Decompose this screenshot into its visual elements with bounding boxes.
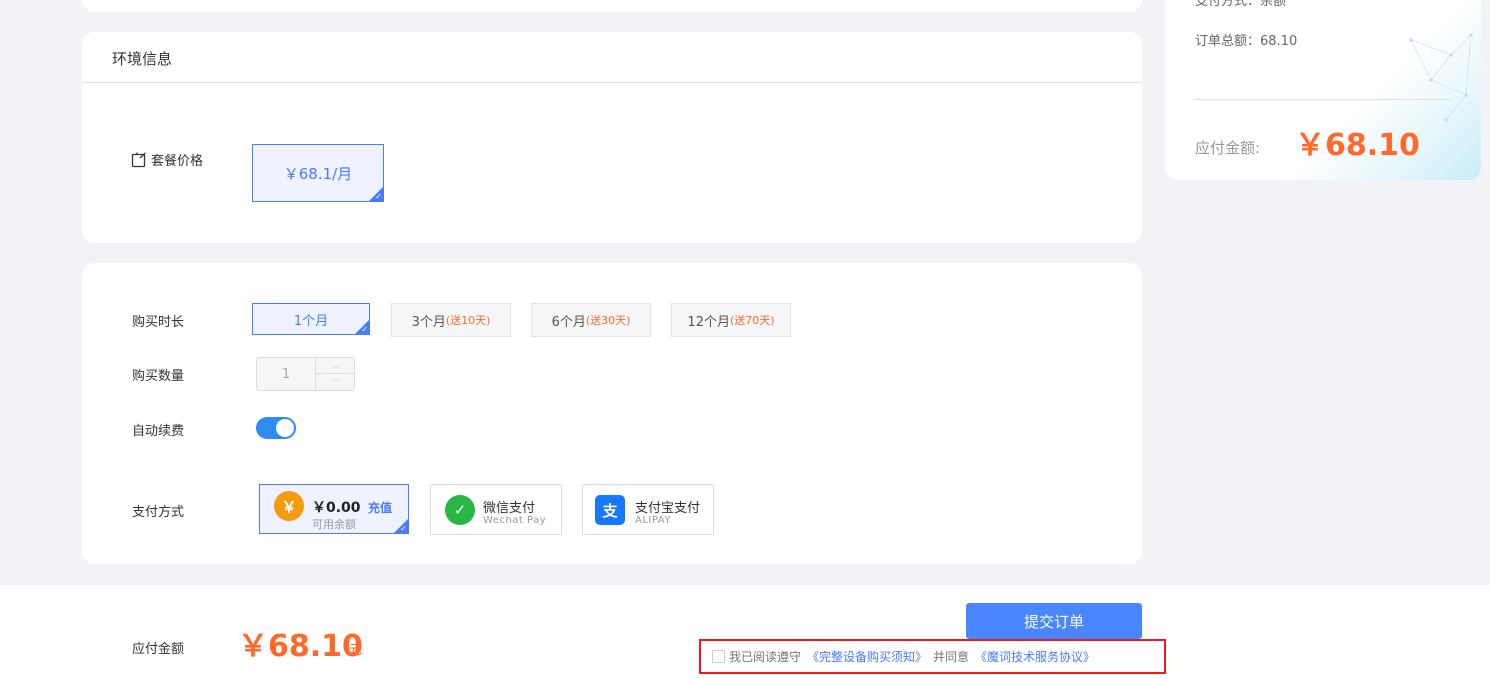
duration-option-12-months[interactable]: 12个月 (送70天) [671, 303, 791, 337]
package-price-label: 套餐价格 [131, 150, 203, 169]
purchase-notice-link[interactable]: 《完整设备购买须知》 [807, 648, 927, 665]
submit-order-button[interactable]: 提交订单 [966, 603, 1142, 639]
payable-label: 应付金额: [1195, 139, 1261, 157]
quantity-decrement-button[interactable]: ﹀ [315, 374, 355, 390]
payment-method-label: 支付方式 [132, 505, 185, 520]
quantity-increment-button[interactable]: ︿ [315, 358, 355, 374]
checkout-bar: 应付金额 ￥68.10 元 提交订单 我已阅读遵守 《完整设备购买须知》 并同意… [0, 585, 1490, 679]
agreement-checkbox[interactable] [712, 650, 725, 663]
agreement-row: 我已阅读遵守 《完整设备购买须知》 并同意 《魔词技术服务协议》 [699, 639, 1166, 674]
auto-renew-toggle[interactable] [256, 417, 296, 439]
package-price-label-text: 套餐价格 [151, 154, 204, 169]
order-total: 订单总额：68.10 [1195, 34, 1298, 49]
pay-option-balance[interactable]: ￥ ￥0.00 充值 可用余额 ✓ [259, 484, 409, 534]
order-options-card: 购买时长 1个月 ✓ 3个月 (送10天) 6个月 (送30天) 12个月 (送70天… [82, 263, 1142, 564]
quantity-input[interactable]: 1 [257, 358, 315, 390]
alipay-sub: ALIPAY [635, 515, 671, 526]
duration-gift: (送10天) [445, 314, 491, 327]
quantity-stepper[interactable]: 1 ︿ ﹀ [256, 357, 355, 391]
toggle-knob [276, 419, 294, 437]
agreement-mid: 并同意 [933, 650, 970, 664]
top-card [82, 0, 1142, 12]
yen-icon: ￥ [274, 491, 304, 521]
alipay-icon: 支 [595, 495, 625, 525]
duration-option-1-month[interactable]: 1个月 ✓ [252, 303, 370, 335]
order-summary-card: 支付方式：余额 订单总额：68.10 应付金额: ￥68.10 [1165, 0, 1481, 180]
package-price-value: ￥68.1/月 [283, 164, 353, 183]
payable-amount: ￥68.10 [238, 629, 363, 664]
package-price-option[interactable]: ￥68.1/月 ✓ [252, 144, 384, 202]
divider [82, 82, 1142, 83]
wechat-sub: Wechat Pay [483, 515, 547, 526]
pay-option-alipay[interactable]: 支 支付宝支付 ALIPAY [582, 484, 714, 535]
payable-amount: ￥68.10 [1295, 128, 1420, 163]
env-info-card: 环境信息 套餐价格 ￥68.1/月 ✓ [82, 32, 1142, 243]
env-info-title: 环境信息 [112, 50, 173, 68]
duration-option-label: 12个月 [687, 314, 730, 330]
check-icon: ✓ [361, 325, 368, 334]
alipay-title: 支付宝支付 [635, 501, 701, 516]
currency-unit: 元 [349, 643, 363, 658]
duration-gift: (送70天) [729, 314, 775, 327]
balance-sub-label: 可用余额 [312, 518, 356, 531]
balance-amount: ￥0.00 [312, 500, 361, 516]
check-icon: ✓ [400, 524, 407, 533]
check-icon: ✓ [375, 192, 382, 201]
chevron-up-icon: ︿ [331, 361, 340, 370]
duration-option-6-months[interactable]: 6个月 (送30天) [531, 303, 651, 337]
service-agreement-link[interactable]: 《魔词技术服务协议》 [975, 648, 1095, 665]
agreement-prefix: 我已阅读遵守 [729, 650, 802, 664]
edit-icon [131, 151, 146, 167]
chevron-down-icon: ﹀ [331, 377, 340, 387]
duration-gift: (送30天) [585, 314, 631, 327]
quantity-label: 购买数量 [132, 369, 185, 384]
wechat-title: 微信支付 [483, 501, 536, 516]
payment-method-summary: 支付方式：余额 [1195, 0, 1287, 9]
duration-option-label: 3个月 [411, 314, 446, 330]
duration-option-label: 1个月 [293, 313, 329, 329]
wechat-icon: ✓ [445, 495, 475, 525]
pay-option-wechat[interactable]: ✓ 微信支付 Wechat Pay [430, 484, 562, 535]
auto-renew-label: 自动续费 [132, 424, 185, 439]
payable-label: 应付金额 [132, 642, 185, 657]
duration-label: 购买时长 [132, 315, 185, 330]
recharge-link[interactable]: 充值 [368, 499, 392, 516]
duration-option-label: 6个月 [551, 314, 586, 330]
duration-option-3-months[interactable]: 3个月 (送10天) [391, 303, 511, 337]
